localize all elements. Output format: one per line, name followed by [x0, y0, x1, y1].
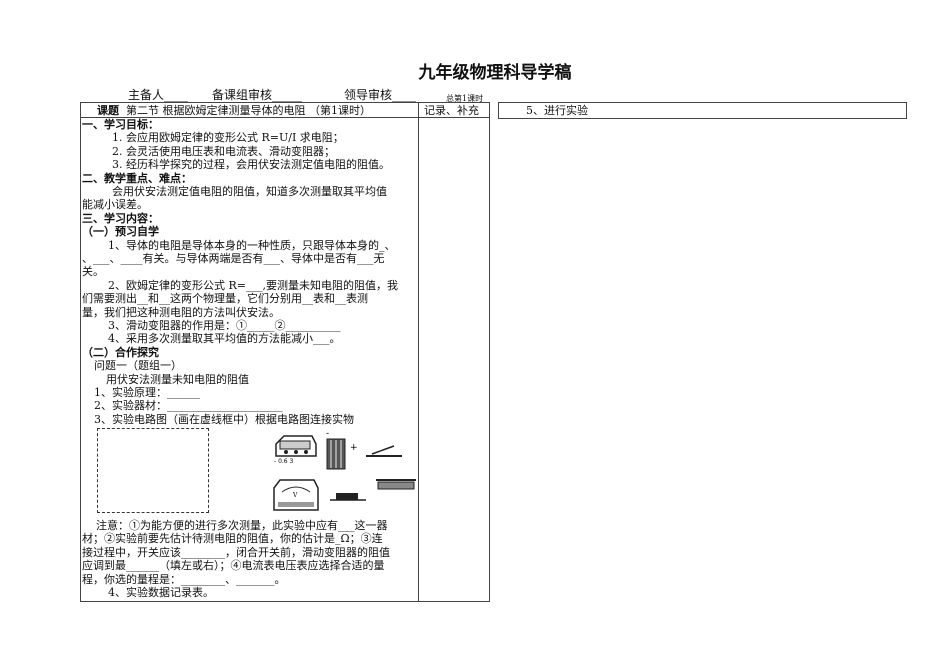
text-line: 关。 [82, 265, 104, 279]
text-line: 材；②实验前要先估计待测电阻的阻值，你的估计是_Ω；③连 [82, 532, 383, 546]
text-line: 3、实验电路图（画在虚线框中）根据电路图连接实物 [94, 412, 354, 426]
battery-plus: + [350, 443, 358, 453]
text-line: （二）合作探究 [82, 345, 159, 359]
text-line: 注意：①为能方便的进行多次测量，此实验中应有___这一器 [96, 519, 388, 532]
lead-teacher: 主备人____ [128, 88, 189, 102]
text-line: 用伏安法测量未知电阻的阻值 [106, 372, 249, 386]
text-line: 4、采用多次测量取其平均值的方法能减小___。 [108, 332, 341, 346]
text-line: 三、学习内容： [82, 211, 159, 225]
voltmeter-icon: V [273, 479, 319, 511]
leader-review: 领导审核____ [344, 88, 417, 102]
ammeter-icon: - 0.6 3 [274, 435, 317, 465]
text-line: 量，我们把这种测电阻的方法叫伏安法。 [82, 305, 280, 319]
notes-header: 记录、补充 [424, 104, 479, 117]
text-line: 1、导体的电阻是导体本身的一种性质，只跟导体本身的_、 [108, 238, 396, 252]
text-line: 4、实验数据记录表。 [108, 586, 214, 599]
text-line: 2. 会灵活使用电压表和电流表、滑动变阻器； [112, 144, 335, 158]
circuit-drawing-box[interactable] [97, 428, 209, 513]
step-5: 5、进行实验 [526, 104, 588, 117]
text-line: 1、实验原理：______ [94, 386, 200, 399]
text-line: 3. 经历科学探究的过程，会用伏安法测定值电阻的阻值。 [112, 158, 390, 172]
switch-icon [366, 445, 402, 457]
group-review: 备课组审核_____ [212, 88, 303, 102]
text-line: 一、学习目标： [82, 118, 159, 131]
text-line: 2、实验器材：_____________________ [94, 399, 283, 413]
document-title: 九年级物理科导学稿 [418, 63, 572, 83]
rheostat-icon [376, 479, 416, 490]
apparatus-images: - 0.6 3 - + V [273, 430, 416, 511]
topic-text: 第二节 根据欧姆定律测量导体的电阻 （第1课时） [126, 104, 371, 117]
notes-column-divider [418, 102, 419, 601]
text-line: 3、滑动变阻器的作用是：①_____②__________ [108, 319, 341, 332]
text-line: 应调到最______（填左或右）；④电流表电压表应选择合适的量 [82, 559, 385, 573]
battery-minus: - [326, 430, 329, 439]
ammeter-scale: - 0.6 3 [274, 458, 294, 465]
resistor-icon [330, 493, 366, 501]
battery-icon: - + [326, 430, 358, 470]
text-line: 2、欧姆定律的变形公式 R=___,要测量未知电阻的阻值，我 [108, 278, 398, 292]
text-line: （一）预习自学 [82, 225, 159, 239]
text-line: 接过程中，开关应该________，闭合开关前，滑动变阻器的阻值 [82, 545, 390, 559]
text-line: 1. 会应用欧姆定律的变形公式 R=U/I 求电阻； [112, 131, 344, 145]
page: 九年级物理科导学稿 主备人____ 备课组审核_____ 领导审核____ 总第… [0, 0, 950, 658]
text-line: 二、教学重点、难点： [82, 171, 192, 185]
text-line: 问题一（题组一） [94, 359, 182, 373]
text-line: 能减小误差。 [82, 198, 148, 212]
text-line: 会用伏安法测定值电阻的阻值，知道多次测量取其平均值 [112, 185, 387, 198]
text-line: 们需要测出__和__这两个物理量，它们分别用__表和__表测 [82, 292, 368, 306]
text-line: 、___、____有关。与导体两端是否有___、导体中是否有___无 [82, 252, 385, 265]
topic-label: 课题 [97, 104, 119, 117]
text-line: 程，你选的量程是：________、_______。 [82, 572, 286, 586]
voltmeter-mark: V [292, 492, 298, 499]
